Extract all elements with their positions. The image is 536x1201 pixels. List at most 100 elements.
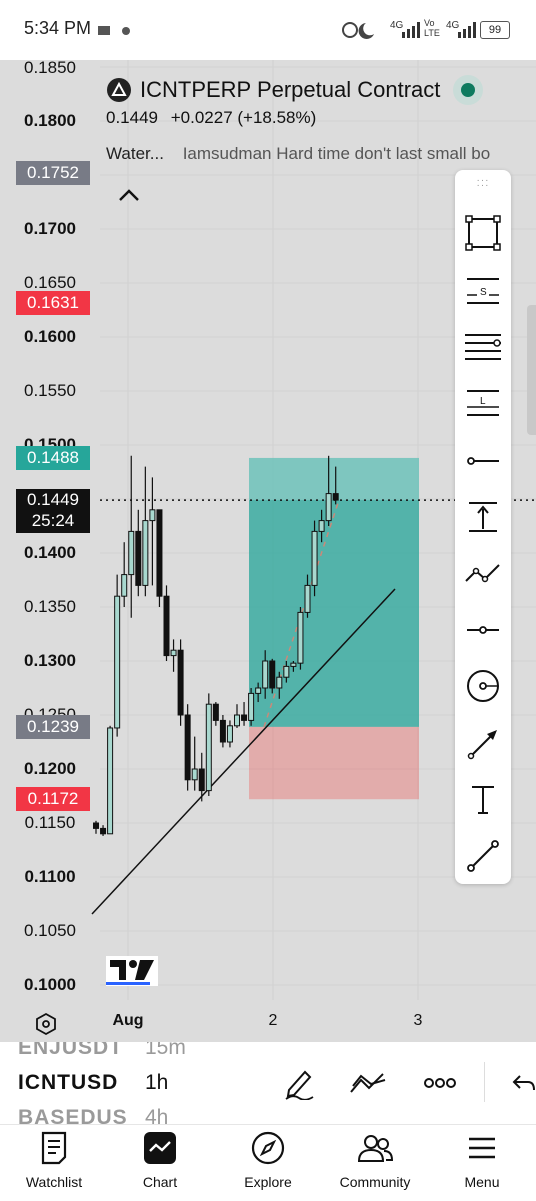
next-symbol[interactable]: BASEDUS	[18, 1106, 128, 1124]
undo-icon[interactable]	[510, 1072, 536, 1094]
price-change: +0.0227 (+18.58%)	[170, 108, 317, 127]
nav-explore-label: Explore	[244, 1174, 292, 1190]
compass-icon	[251, 1131, 285, 1165]
price-tick: 0.1200	[24, 759, 76, 778]
time-label: Aug	[112, 1012, 144, 1029]
svg-text:S: S	[480, 287, 487, 298]
watchlist-icon	[41, 1131, 67, 1165]
candle-body	[262, 660, 269, 689]
chart-area[interactable]: 0.1850 0.1800 0.1700 0.1650 0.1600 0.155…	[0, 60, 536, 1042]
price-tick: 0.1600	[24, 327, 76, 346]
next-interval[interactable]: 4h	[145, 1106, 168, 1124]
candle-body	[177, 649, 184, 716]
path-icon[interactable]	[463, 553, 503, 593]
alarm-dnd-icons	[342, 22, 374, 39]
candle-body	[149, 509, 156, 522]
candle-body	[219, 719, 226, 743]
candle-body	[163, 595, 170, 657]
status-time: 5:34 PM	[24, 18, 92, 38]
more-options-icon[interactable]	[424, 1078, 456, 1088]
price-tick: 0.1650	[24, 273, 76, 292]
battery-indicator: 99	[480, 21, 510, 39]
nav-menu[interactable]: Menu	[434, 1131, 530, 1190]
drag-handle-icon[interactable]: ··· ···	[473, 176, 493, 191]
symbol-selector[interactable]: ICNTUSD	[18, 1071, 118, 1095]
nav-chart-label: Chart	[142, 1174, 178, 1190]
circle-icon[interactable]	[463, 666, 503, 706]
exchange-logo-icon	[107, 78, 131, 102]
candle-body	[248, 692, 255, 721]
candle-body	[100, 827, 107, 835]
symbol-bar: ENJUSDT 15m ICNTUSD 1h BASEDUS 4h	[0, 1042, 536, 1124]
nav-explore[interactable]: Explore	[220, 1131, 316, 1190]
measure-icon[interactable]	[463, 497, 503, 537]
candle-body	[156, 509, 163, 597]
interval-selector[interactable]: 1h	[145, 1071, 168, 1095]
candle-body	[135, 530, 142, 586]
chart-icon	[144, 1132, 176, 1164]
watermark-indicator-label: Water...	[106, 144, 164, 163]
nav-chart[interactable]: Chart	[112, 1131, 208, 1190]
notification-icons	[98, 26, 130, 35]
watermark-row[interactable]: Water... Iamsudman Hard time don't last …	[106, 144, 490, 164]
status-bar: 5:34 PM 4G Vo LTE 4G 99	[0, 0, 536, 60]
scroll-handle[interactable]	[527, 305, 536, 435]
nav-watchlist-label: Watchlist	[25, 1174, 83, 1190]
price-tick: 0.1700	[24, 219, 76, 238]
price-tick: 0.1100	[24, 867, 76, 886]
selection-rectangle-icon[interactable]	[463, 213, 503, 253]
short-position-icon[interactable]: S	[463, 271, 503, 311]
candle-body	[241, 714, 248, 721]
symbol-title: ICNTPERP Perpetual Contract	[140, 77, 441, 102]
svg-text:L: L	[480, 396, 486, 407]
horizontal-line-icon[interactable]	[463, 610, 503, 650]
candle-body	[332, 493, 339, 501]
candle-body	[318, 520, 325, 532]
menu-icon	[469, 1137, 495, 1159]
candle-body	[170, 649, 177, 657]
candle-body	[184, 714, 191, 781]
chart-settings-icon[interactable]	[34, 1012, 58, 1036]
candle-body	[107, 727, 114, 835]
candle-body	[255, 687, 262, 694]
nav-community[interactable]: Community	[327, 1131, 423, 1190]
divider	[484, 1062, 485, 1102]
nav-menu-label: Menu	[464, 1174, 500, 1190]
indicators-icon[interactable]	[349, 1070, 387, 1096]
candle-body	[269, 660, 276, 689]
take-profit-tag: 0.1488	[16, 446, 90, 470]
signal-icon	[402, 22, 420, 38]
candle-body	[234, 714, 240, 727]
prev-interval[interactable]: 15m	[145, 1042, 186, 1060]
drawing-pen-icon[interactable]	[283, 1066, 315, 1100]
current-price-value: 0.1449	[27, 490, 79, 509]
entry-price-tag: 0.1239	[16, 715, 90, 739]
candle-body	[283, 665, 290, 678]
candle-body	[276, 676, 283, 689]
candle-body	[212, 703, 219, 721]
parallel-lines-icon[interactable]	[463, 327, 503, 367]
text-icon[interactable]	[463, 780, 503, 820]
candle-body	[290, 662, 297, 667]
price-tick: 0.1350	[24, 597, 76, 616]
collapse-legend-icon[interactable]	[118, 188, 140, 202]
arrow-icon[interactable]	[463, 724, 503, 764]
market-status-icon[interactable]	[452, 74, 484, 106]
candle-body	[198, 768, 205, 792]
candle-body	[226, 725, 233, 743]
nav-watchlist[interactable]: Watchlist	[6, 1131, 102, 1190]
horizontal-ray-icon[interactable]	[463, 441, 503, 481]
trend-line-icon[interactable]	[463, 836, 503, 876]
price-tick: 0.1000	[24, 975, 76, 994]
long-position-icon[interactable]: L	[463, 383, 503, 423]
signal-icon-2	[458, 22, 476, 38]
candle-body	[325, 493, 332, 522]
price-tick: 0.1550	[24, 381, 76, 400]
candle-body	[121, 574, 128, 597]
candle-body	[304, 584, 311, 613]
nav-community-label: Community	[339, 1174, 411, 1190]
prev-symbol[interactable]: ENJUSDT	[18, 1042, 123, 1060]
candle-countdown: 25:24	[31, 511, 75, 530]
stop-loss-label-tag: 0.1631	[16, 291, 90, 315]
symbol-header[interactable]: ICNTPERP Perpetual Contract	[106, 74, 484, 106]
